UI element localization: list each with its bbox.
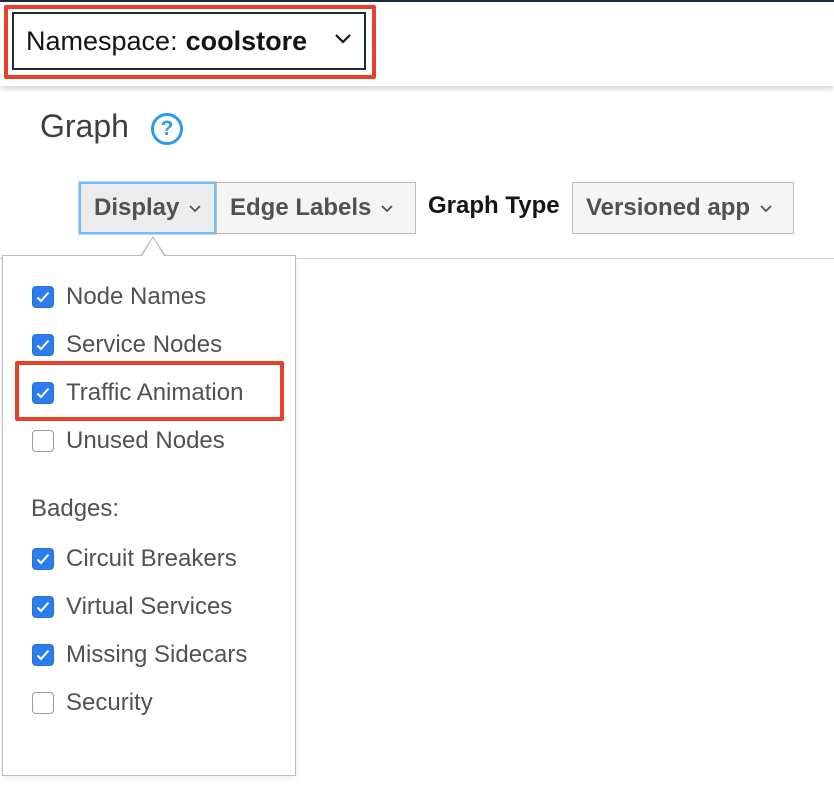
badge-security[interactable]: Security [32, 688, 153, 718]
checkbox-security[interactable] [32, 692, 54, 714]
badge-missing-sidecars[interactable]: Missing Sidecars [32, 640, 247, 670]
check-icon [36, 339, 50, 351]
page-title: Graph [40, 108, 129, 144]
checkbox-unused-nodes[interactable] [32, 430, 54, 452]
option-service-nodes[interactable]: Service Nodes [32, 330, 222, 360]
chevron-down-icon [381, 205, 394, 213]
badge-label: Virtual Services [66, 593, 233, 620]
graph-type-select[interactable]: Versioned app [572, 182, 794, 234]
checkbox-node-names[interactable] [32, 286, 54, 308]
badge-circuit-breakers[interactable]: Circuit Breakers [32, 544, 237, 574]
option-label: Node Names [66, 283, 207, 310]
help-icon[interactable]: ? [151, 113, 183, 145]
check-icon [36, 601, 50, 613]
option-node-names[interactable]: Node Names [32, 282, 206, 312]
chevron-down-icon [760, 205, 772, 213]
badge-label: Security [66, 689, 153, 716]
checkbox-service-nodes[interactable] [32, 334, 54, 356]
option-label: Unused Nodes [66, 427, 225, 454]
display-button-label: Display [94, 194, 180, 221]
check-icon [36, 291, 50, 303]
traffic-animation-highlight-box [15, 361, 284, 421]
edge-labels-button[interactable]: Edge Labels [216, 182, 416, 234]
check-icon [36, 649, 50, 661]
checkbox-missing-sidecars[interactable] [32, 644, 54, 666]
option-unused-nodes[interactable]: Unused Nodes [32, 426, 225, 456]
graph-type-value: Versioned app [586, 194, 751, 221]
badge-virtual-services[interactable]: Virtual Services [32, 592, 232, 622]
checkbox-circuit-breakers[interactable] [32, 548, 54, 570]
checkbox-virtual-services[interactable] [32, 596, 54, 618]
display-button[interactable]: Display [79, 182, 216, 234]
check-icon [36, 553, 50, 565]
badges-heading: Badges: [31, 495, 120, 522]
option-label: Service Nodes [66, 331, 223, 358]
badge-label: Circuit Breakers [66, 545, 237, 572]
badge-label: Missing Sidecars [66, 641, 248, 668]
namespace-highlight-box [4, 5, 376, 79]
chevron-down-icon [189, 205, 202, 213]
edge-labels-button-label: Edge Labels [230, 194, 372, 221]
graph-type-label: Graph Type [428, 192, 560, 219]
dropdown-arrow-fill [142, 238, 164, 256]
